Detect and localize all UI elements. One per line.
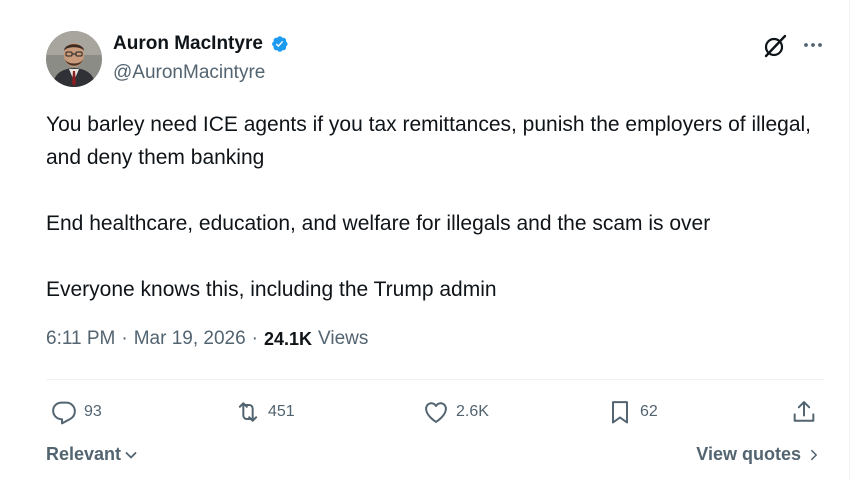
grok-icon[interactable] [762,33,788,59]
author-name[interactable]: Auron MacIntyre [113,33,263,55]
repost-button[interactable]: 451 [234,398,295,426]
bookmark-icon [612,401,628,424]
repost-count: 451 [268,403,295,420]
reply-count: 93 [84,403,102,420]
like-icon [425,402,447,423]
author-name-row: Auron MacIntyre [113,33,289,55]
post-time[interactable]: 6:11 PM [46,328,115,350]
post-paragraph: End healthcare, education, and welfare f… [46,212,711,235]
post-paragraph: You barley need ICE agents if you tax re… [46,113,811,169]
verified-badge-icon [269,34,289,54]
reply-button[interactable]: 93 [50,398,102,426]
share-button[interactable] [790,398,818,426]
author-avatar[interactable] [46,31,102,87]
avatar-image [46,31,102,87]
sort-label: Relevant [46,444,122,464]
post-card: Auron MacIntyre @AuronMacintyre You barl… [0,0,850,481]
like-button[interactable]: 2.6K [422,398,489,426]
author-handle[interactable]: @AuronMacintyre [113,62,265,84]
meta-separator: · [121,328,128,349]
post-paragraph: Everyone knows this, including the Trump… [46,278,497,301]
bookmark-count: 62 [640,403,658,420]
view-quotes-label: View quotes [696,444,801,464]
views-label: Views [318,328,369,349]
divider [46,379,824,380]
view-quotes-link[interactable]: View quotes [696,444,821,465]
views-count: 24.1K [263,328,313,349]
post-text: You barley need ICE agents if you tax re… [46,108,826,306]
like-count: 2.6K [456,403,489,420]
more-options-icon[interactable] [801,33,825,57]
reply-icon [52,401,76,425]
post-date[interactable]: Mar 19, 2026 [134,328,246,350]
share-icon [793,401,815,422]
repost-icon [238,402,258,422]
sort-replies-dropdown[interactable]: Relevant [46,444,139,465]
post-metadata: 6:11 PM · Mar 19, 2026 · 24.1K Views [46,328,368,350]
chevron-down-icon [125,451,137,458]
chevron-right-icon [811,449,817,460]
bookmark-button[interactable]: 62 [606,398,658,426]
meta-separator: · [251,328,258,349]
